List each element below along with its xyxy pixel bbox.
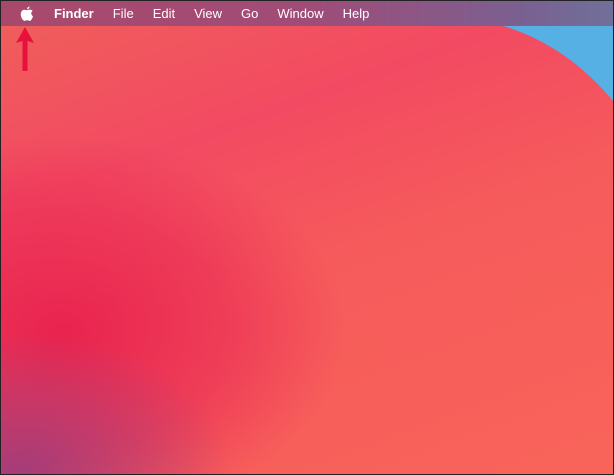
menu-go[interactable]: Go [241,6,258,21]
menu-help[interactable]: Help [343,6,370,21]
menu-window[interactable]: Window [277,6,323,21]
desktop-wallpaper: Finder File Edit View Go Window Help [0,0,614,475]
arrow-up-icon [16,27,34,71]
menu-bar: Finder File Edit View Go Window Help [1,1,613,26]
menu-edit[interactable]: Edit [153,6,175,21]
apple-logo-icon[interactable] [20,6,34,22]
menu-finder[interactable]: Finder [54,6,94,21]
menu-view[interactable]: View [194,6,222,21]
menu-file[interactable]: File [113,6,134,21]
